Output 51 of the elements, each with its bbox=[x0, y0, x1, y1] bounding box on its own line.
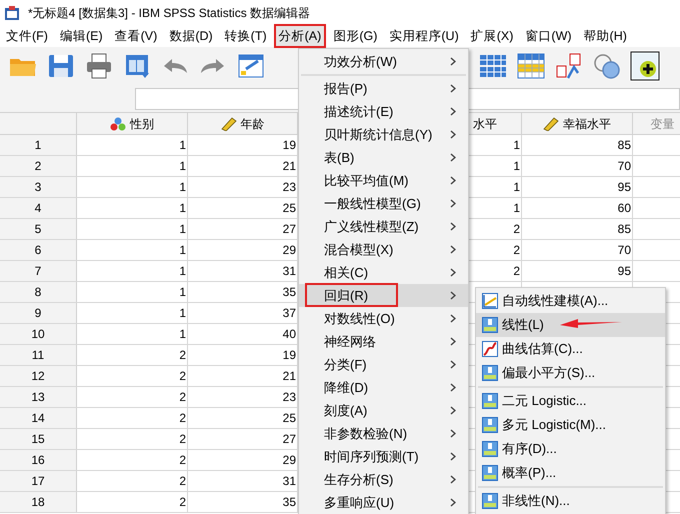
table-cell-text: 1 bbox=[179, 158, 186, 175]
table-cell-text: 2 bbox=[179, 494, 186, 511]
table-cell-text: 2 bbox=[179, 389, 186, 406]
table-cell-text: 23 bbox=[282, 389, 296, 406]
table-cell-text: 29 bbox=[282, 242, 296, 259]
table-cell-text: 19 bbox=[282, 347, 296, 364]
table-cell-text: 1 bbox=[513, 137, 520, 154]
table-cell-text: 2 bbox=[179, 368, 186, 385]
table-cell-text: 95 bbox=[618, 263, 631, 280]
table-cell-text: 1 bbox=[179, 305, 186, 322]
table-cell-text: 70 bbox=[618, 242, 631, 259]
table-cell-text: 40 bbox=[282, 326, 296, 343]
table-cell-text: 37 bbox=[282, 305, 296, 322]
table-cell-text: 2 bbox=[513, 242, 520, 259]
table-cell-text: 21 bbox=[282, 368, 296, 385]
table-cell-text: 35 bbox=[282, 284, 296, 301]
table-cell-text: 1 bbox=[513, 179, 520, 196]
table-cell-text: 1 bbox=[179, 284, 186, 301]
table-cell-text: 2 bbox=[179, 452, 186, 469]
table-cell-text: 70 bbox=[618, 158, 631, 175]
table-cell-text: 1 bbox=[513, 158, 520, 175]
table-cell-text: 1 bbox=[513, 200, 520, 217]
table-cell-text: 25 bbox=[282, 200, 296, 217]
table-cell-text: 27 bbox=[282, 431, 296, 448]
table-cell-text: 2 bbox=[179, 431, 186, 448]
window-title: *无标题4 [数据集3] - IBM SPSS Statistics 数据编辑器 bbox=[28, 4, 310, 22]
table-cell-text: 23 bbox=[282, 179, 296, 196]
table-cell-text: 60 bbox=[618, 200, 631, 217]
table-cell-text: 2 bbox=[513, 221, 520, 238]
table-cell-text: 1 bbox=[179, 221, 186, 238]
table-cell-text: 1 bbox=[179, 242, 186, 259]
table-cell-text: 85 bbox=[618, 221, 631, 238]
table-cell-text: 2 bbox=[179, 473, 186, 490]
table-cell-text: 2 bbox=[179, 410, 186, 427]
table-cell-text: 1 bbox=[179, 137, 186, 154]
table-cell-text: 21 bbox=[282, 158, 296, 175]
table-cell-text: 1 bbox=[179, 263, 186, 280]
table-cell-text: 95 bbox=[618, 179, 631, 196]
table-cell-text: 31 bbox=[282, 473, 296, 490]
table-cell-text: 2 bbox=[513, 263, 520, 280]
table-cell-text: 1 bbox=[179, 326, 186, 343]
table-cell-text: 19 bbox=[282, 137, 296, 154]
table-cell-text: 35 bbox=[282, 494, 296, 511]
table-cell-text: 85 bbox=[618, 137, 631, 154]
table-cell-text: 1 bbox=[179, 200, 186, 217]
table-cell-text: 1 bbox=[179, 179, 186, 196]
table-cell-text: 2 bbox=[179, 347, 186, 364]
table-cell-text: 31 bbox=[282, 263, 296, 280]
table-cell-text: 25 bbox=[282, 410, 296, 427]
table-cell-text: 27 bbox=[282, 221, 296, 238]
table-cell-text: 29 bbox=[282, 452, 296, 469]
